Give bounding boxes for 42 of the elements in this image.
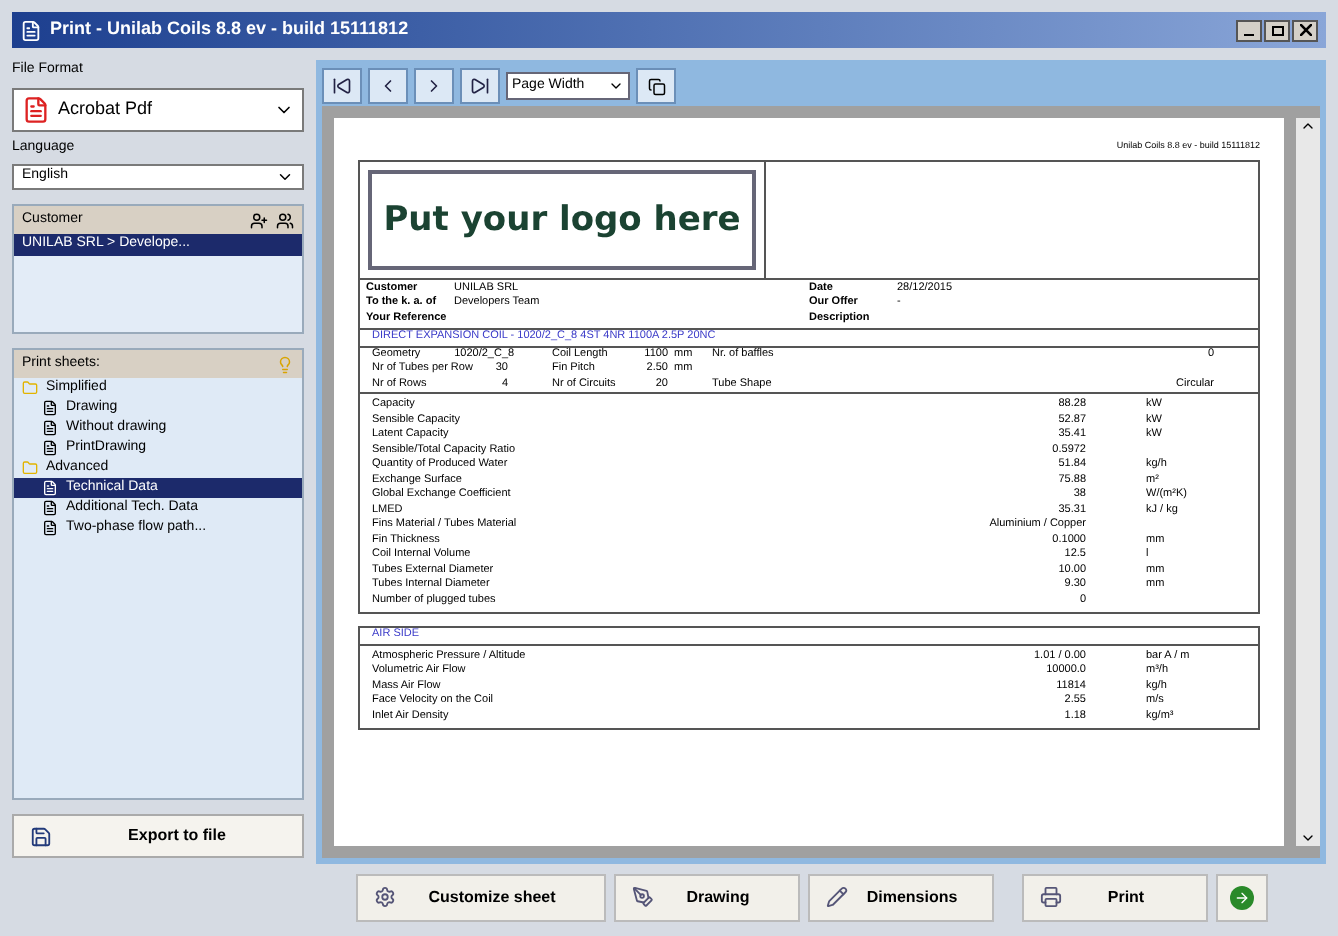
footer-button[interactable]: Dimensions	[808, 873, 994, 921]
printer-icon	[1040, 886, 1062, 908]
document-icon	[42, 420, 58, 436]
dropdown-icon	[276, 168, 294, 186]
close-button[interactable]	[1292, 19, 1318, 41]
export-button[interactable]: Export to file	[12, 814, 304, 858]
copy-button[interactable]	[636, 68, 676, 104]
arrow-right-icon	[1230, 885, 1254, 909]
pen-tool-icon	[632, 886, 654, 908]
pencil-icon	[826, 886, 848, 908]
file-format-select[interactable]: Acrobat Pdf	[12, 87, 304, 131]
folder-icon	[22, 380, 38, 396]
scroll-down-icon[interactable]	[1300, 830, 1316, 846]
first-page-button[interactable]	[322, 68, 362, 104]
close-icon	[1299, 24, 1311, 36]
document-icon	[42, 400, 58, 416]
copy-icon	[647, 77, 665, 95]
footer-button[interactable]: Drawing	[614, 873, 800, 921]
pdf-icon	[22, 95, 50, 123]
folder-icon	[22, 460, 38, 476]
save-icon	[30, 825, 52, 847]
scroll-up-icon[interactable]	[1300, 118, 1316, 134]
minimize-button[interactable]	[1236, 19, 1262, 41]
gear-icon	[374, 886, 396, 908]
dropdown-icon	[608, 78, 624, 94]
app-icon	[20, 19, 42, 41]
last-page-icon	[470, 76, 490, 96]
document-icon	[42, 480, 58, 496]
document-icon	[42, 520, 58, 536]
document-icon	[42, 440, 58, 456]
maximize-button[interactable]	[1264, 19, 1290, 41]
logo-placeholder-text: Put your logo here	[383, 199, 741, 239]
users-icon[interactable]	[276, 211, 294, 229]
footer-button[interactable]: Print	[1022, 873, 1208, 921]
footer-button[interactable]: Customize sheet	[356, 873, 606, 921]
next-button[interactable]	[1216, 873, 1268, 921]
add-user-icon[interactable]	[250, 211, 268, 229]
last-page-button[interactable]	[460, 68, 500, 104]
first-page-icon	[332, 76, 352, 96]
window-title: Print - Unilab Coils 8.8 ev - build 15111812	[50, 16, 409, 43]
document-icon	[42, 500, 58, 516]
scrollbar[interactable]	[1296, 118, 1320, 846]
